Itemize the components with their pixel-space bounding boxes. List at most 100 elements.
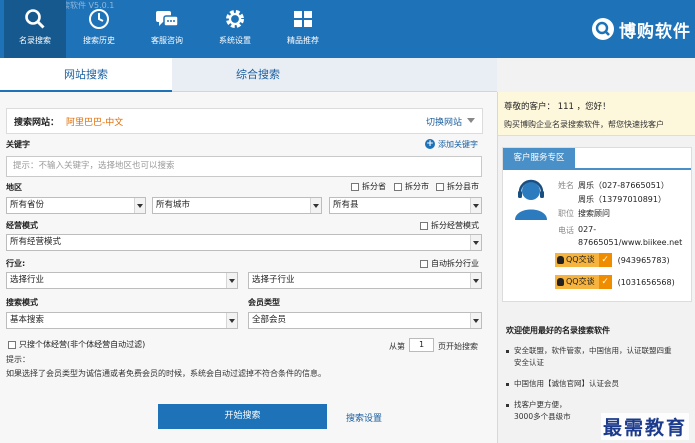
toolbar-service-button[interactable]: 客服咨询: [136, 8, 198, 58]
individual-only-checkbox[interactable]: 只搜个体经营(非个体经营自动过滤): [8, 339, 145, 350]
bullet: [506, 403, 509, 407]
checkbox-box[interactable]: [420, 221, 428, 230]
tip-label: 提示：: [6, 355, 30, 364]
tab-site-search[interactable]: 网站搜索: [0, 58, 172, 92]
tel-value-line2: 87665051/www.biikee.net: [578, 238, 683, 247]
select-value: 选择行业: [10, 275, 45, 285]
select-value: 所有城市: [156, 200, 191, 210]
recommend-text: 安全认证: [514, 358, 544, 367]
chevron-down-icon[interactable]: [310, 198, 321, 213]
greeting-text: 尊敬的客户： 111 ，您好！: [504, 102, 611, 112]
recommend-text: 3000多个县级市: [514, 412, 571, 421]
keyword-label: 关键字: [6, 140, 30, 149]
qq-chat-button-1[interactable]: QQ交谈 ✓ (943965783): [555, 253, 670, 267]
split-county-checkbox[interactable]: 拆分县市: [436, 181, 479, 192]
greeting-notice: 尊敬的客户： 111 ，您好！ 购买博购企业名录搜索软件，帮您快速找客户: [498, 92, 695, 136]
name-value: 周乐（027-87665051）: [578, 181, 669, 190]
select-value: 选择子行业: [252, 275, 295, 285]
recommend-text: 找客户更方便，: [514, 400, 567, 409]
tab-combined-search[interactable]: 综合搜索: [172, 58, 344, 92]
search-icon: [25, 9, 45, 29]
bullet: [506, 382, 509, 386]
city-select[interactable]: 所有城市: [152, 197, 322, 214]
recommend-title: 欢迎使用最好的名录搜索软件: [506, 326, 610, 335]
toolbar-recommend-button[interactable]: 精品推荐: [272, 8, 334, 58]
top-toolbar: 博购企业名录搜索软件 V5.0.1 名录搜索 搜索历史 客服咨询 系统设置 精品…: [0, 0, 695, 58]
toolbar-label: 搜索历史: [83, 36, 115, 45]
qq-number: (1031656568): [617, 277, 675, 287]
toolbar-label: 名录搜索: [19, 36, 51, 45]
split-province-checkbox[interactable]: 拆分省: [351, 181, 386, 192]
toolbar-history-button[interactable]: 搜索历史: [68, 8, 130, 58]
checkbox-label: 拆分县市: [447, 182, 479, 191]
checkbox-box[interactable]: [351, 182, 359, 191]
qq-badge[interactable]: QQ交谈: [555, 253, 599, 267]
checkbox-box[interactable]: [420, 259, 428, 268]
select-value: 所有经营模式: [10, 237, 62, 247]
split-city-checkbox[interactable]: 拆分市: [394, 181, 429, 192]
switch-site-link[interactable]: 切换网站: [426, 115, 462, 128]
toolbar-label: 系统设置: [219, 36, 251, 45]
tab-bar: 网站搜索 综合搜索: [0, 58, 497, 92]
search-settings-link[interactable]: 搜索设置: [346, 411, 382, 424]
checkbox-label: 拆分市: [405, 182, 429, 191]
select-value: 基本搜索: [10, 315, 45, 325]
checkbox-box[interactable]: [436, 182, 444, 191]
promo-text: 购买博购企业名录搜索软件，帮您快速找客户: [504, 120, 664, 129]
checkbox-box[interactable]: [8, 340, 16, 349]
title-key: 职位: [558, 209, 574, 218]
qq-number: (943965783): [617, 255, 670, 265]
toolbar-search-button[interactable]: 名录搜索: [4, 0, 66, 58]
mode-select[interactable]: 所有经营模式: [6, 234, 482, 251]
checkbox-label: 自动拆分行业: [431, 259, 479, 268]
search-mode-label: 搜索模式: [6, 298, 38, 307]
split-mode-checkbox[interactable]: 拆分经营模式: [420, 220, 479, 231]
checkmark-icon[interactable]: ✓: [598, 275, 612, 289]
checkmark-icon[interactable]: ✓: [598, 253, 612, 267]
industry-label: 行业:: [6, 259, 26, 268]
site-selector[interactable]: 搜索网站： 阿里巴巴-中文 切换网站: [6, 108, 483, 134]
member-type-select[interactable]: 全部会员: [248, 312, 482, 329]
checkbox-box[interactable]: [394, 182, 402, 191]
add-keyword-link[interactable]: 添加关键字: [438, 139, 478, 150]
search-mode-select[interactable]: 基本搜索: [6, 312, 238, 329]
site-label: 搜索网站：: [14, 118, 60, 128]
keyword-input[interactable]: 提示：不输入关键字，选择地区也可以搜索: [6, 156, 482, 177]
search-logo-icon: [592, 18, 614, 40]
toolbar-label: 客服咨询: [151, 36, 183, 45]
auto-split-industry-checkbox[interactable]: 自动拆分行业: [420, 258, 479, 269]
chevron-down-icon[interactable]: [226, 273, 237, 288]
qq-chat-button-2[interactable]: QQ交谈 ✓ (1031656568): [555, 275, 675, 289]
right-panel: 尊敬的客户： 111 ，您好！ 购买博购企业名录搜索软件，帮您快速找客户 客户服…: [497, 92, 695, 443]
divider: [503, 168, 691, 170]
qq-badge[interactable]: QQ交谈: [555, 275, 599, 289]
qq-penguin-icon: [557, 278, 564, 286]
chevron-down-icon[interactable]: [226, 313, 237, 328]
chevron-down-icon[interactable]: [134, 198, 145, 213]
from-page-prefix: 从第: [389, 342, 405, 351]
toolbar-label: 精品推荐: [287, 36, 319, 45]
recommend-text: 中国信用【诚信官网】认证会员: [514, 379, 619, 388]
chat-icon: [156, 11, 179, 27]
recommend-item: 中国信用【诚信官网】认证会员: [506, 378, 692, 390]
title-value: 搜索顾问: [578, 209, 610, 218]
province-select[interactable]: 所有省份: [6, 197, 146, 214]
chevron-down-icon[interactable]: [470, 198, 481, 213]
add-icon[interactable]: +: [425, 139, 435, 149]
chevron-down-icon[interactable]: [470, 313, 481, 328]
recommend-item: 找客户更方便，: [506, 399, 692, 411]
chevron-down-icon[interactable]: [470, 235, 481, 250]
start-page-input[interactable]: 1: [409, 338, 434, 352]
member-type-label: 会员类型: [248, 298, 280, 307]
customer-service-header: 客户服务专区: [503, 148, 575, 168]
dropdown-arrow-icon[interactable]: [467, 118, 475, 123]
toolbar-settings-button[interactable]: 系统设置: [204, 8, 266, 58]
county-select[interactable]: 所有县: [329, 197, 482, 214]
name-key: 姓名: [558, 181, 574, 190]
search-form: 搜索网站： 阿里巴巴-中文 切换网站 关键字 + 添加关键字 提示：不输入关键字…: [0, 92, 497, 443]
brand-name: 博购软件: [619, 21, 691, 42]
start-search-button[interactable]: 开始搜索: [158, 404, 327, 429]
industry-select[interactable]: 选择行业: [6, 272, 238, 289]
chevron-down-icon[interactable]: [470, 273, 481, 288]
subindustry-select[interactable]: 选择子行业: [248, 272, 482, 289]
